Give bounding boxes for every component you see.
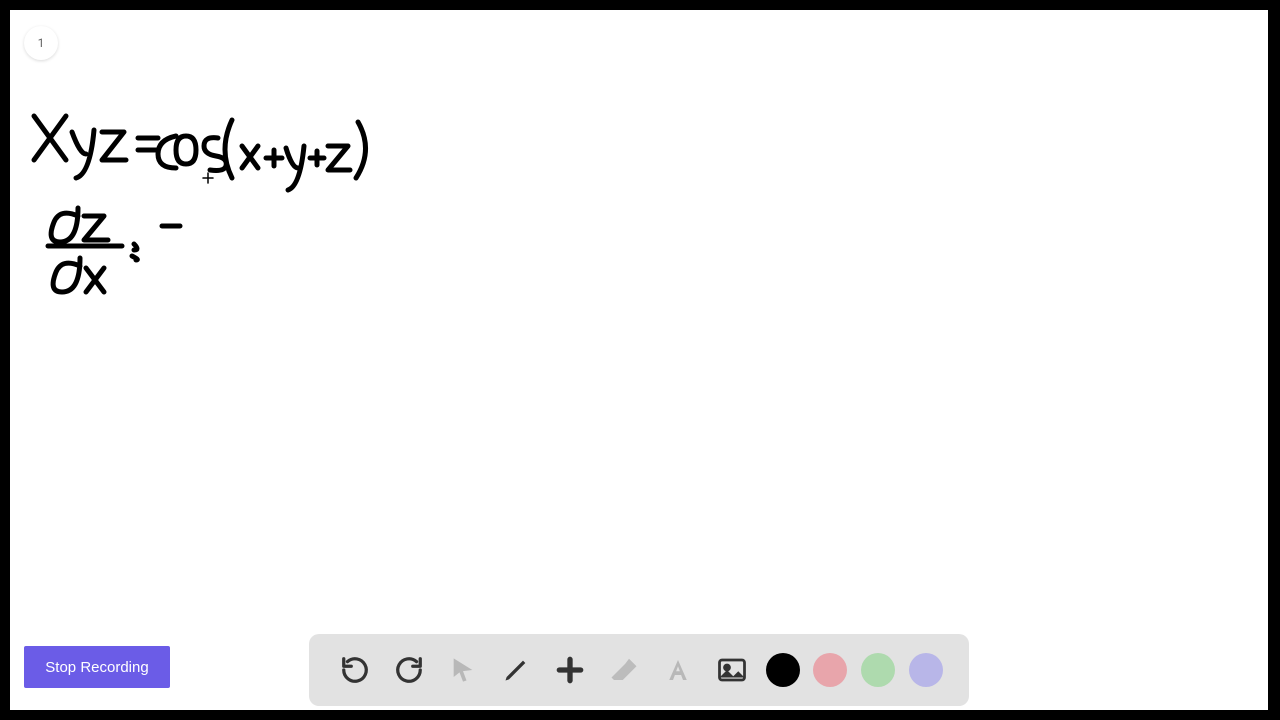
color-swatch-purple[interactable] [909,653,943,687]
stop-recording-button[interactable]: Stop Recording [24,646,170,688]
image-button[interactable] [712,650,752,690]
plus-button[interactable] [550,650,590,690]
text-button[interactable] [658,650,698,690]
undo-button[interactable] [335,650,375,690]
letterbox-right [1268,0,1280,720]
stop-recording-label: Stop Recording [45,659,148,676]
plus-icon [554,654,586,686]
color-swatch-pink[interactable] [813,653,847,687]
letterbox-bottom [0,710,1280,720]
color-swatch-black[interactable] [766,653,800,687]
eraser-button[interactable] [604,650,644,690]
undo-icon [340,655,370,685]
pencil-button[interactable] [496,650,536,690]
eraser-icon [609,655,639,685]
handwriting-layer [10,10,710,330]
color-swatch-green[interactable] [861,653,895,687]
pointer-icon [449,656,477,684]
text-icon [663,655,693,685]
toolbar [309,634,969,706]
image-icon [716,655,748,685]
whiteboard-canvas[interactable]: 1 [10,10,1268,710]
letterbox-left [0,0,10,720]
pencil-icon [502,656,530,684]
redo-button[interactable] [389,650,429,690]
redo-icon [394,655,424,685]
pointer-button[interactable] [443,650,483,690]
letterbox-top [0,0,1280,10]
